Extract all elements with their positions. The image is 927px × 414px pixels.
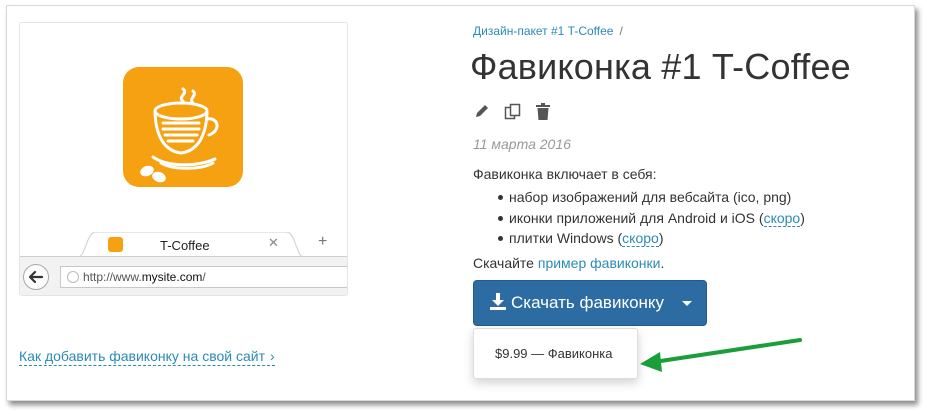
example-favicon-link[interactable]: пример фавиконки bbox=[538, 255, 661, 271]
features-list: набор изображений для вебсайта (ico, png… bbox=[473, 187, 805, 249]
edit-icon[interactable] bbox=[474, 103, 490, 124]
list-item: плитки Windows (скоро) bbox=[473, 228, 805, 249]
dropdown-item-favicon-price[interactable]: $9.99 — Фавиконка bbox=[495, 346, 612, 361]
favicon-preview: T-Coffee ✕ + http://www.mysite.com/ bbox=[19, 22, 348, 296]
caret-down-icon bbox=[682, 301, 692, 306]
coffee-favicon-icon bbox=[123, 67, 243, 187]
breadcrumb-design-pack-link[interactable]: Дизайн-пакет #1 T-Coffee bbox=[473, 24, 613, 38]
publish-date: 11 марта 2016 bbox=[473, 136, 571, 152]
soon-link[interactable]: скоро bbox=[622, 230, 659, 247]
new-tab-icon: + bbox=[318, 233, 328, 250]
browser-tab: T-Coffee ✕ bbox=[78, 232, 304, 257]
tab-strip: T-Coffee ✕ + bbox=[20, 221, 347, 257]
page-title: Фавиконка #1 T-Coffee bbox=[470, 46, 851, 87]
browser-navbar: http://www.mysite.com/ bbox=[20, 257, 347, 295]
breadcrumb-separator: / bbox=[619, 24, 623, 38]
soon-link[interactable]: скоро bbox=[763, 209, 801, 227]
annotation-arrow-icon bbox=[636, 336, 806, 381]
tab-title: T-Coffee bbox=[160, 238, 210, 253]
example-line: Скачайте пример фавиконки. bbox=[473, 255, 665, 271]
how-to-add-favicon-link[interactable]: Как добавить фавиконку на свой сайт › bbox=[19, 347, 275, 366]
download-button-label: Скачать фавиконку bbox=[511, 293, 665, 312]
tab-favicon-icon bbox=[108, 237, 123, 252]
download-icon bbox=[490, 293, 506, 315]
download-dropdown-menu: $9.99 — Фавиконка bbox=[473, 328, 638, 379]
url-text: http://www.mysite.com/ bbox=[83, 270, 206, 284]
back-arrow-icon bbox=[23, 264, 49, 290]
list-item: набор изображений для вебсайта (ico, png… bbox=[473, 187, 805, 208]
trash-icon[interactable] bbox=[536, 103, 550, 125]
browser-mockup: T-Coffee ✕ + http://www.mysite.com/ bbox=[20, 221, 347, 295]
download-favicon-button[interactable]: Скачать фавиконку bbox=[473, 280, 707, 326]
copy-icon[interactable] bbox=[504, 103, 522, 126]
list-item: иконки приложений для Android и iOS (ско… bbox=[473, 208, 805, 229]
url-bar: http://www.mysite.com/ bbox=[60, 266, 347, 288]
globe-icon bbox=[67, 271, 79, 283]
chevron-right-icon: › bbox=[269, 348, 275, 364]
how-to-label: Как добавить фавиконку на свой сайт bbox=[19, 348, 265, 364]
breadcrumb: Дизайн-пакет #1 T-Coffee / bbox=[473, 24, 623, 38]
tab-close-icon: ✕ bbox=[268, 235, 279, 250]
features-intro: Фавиконка включает в себя: bbox=[473, 166, 657, 182]
